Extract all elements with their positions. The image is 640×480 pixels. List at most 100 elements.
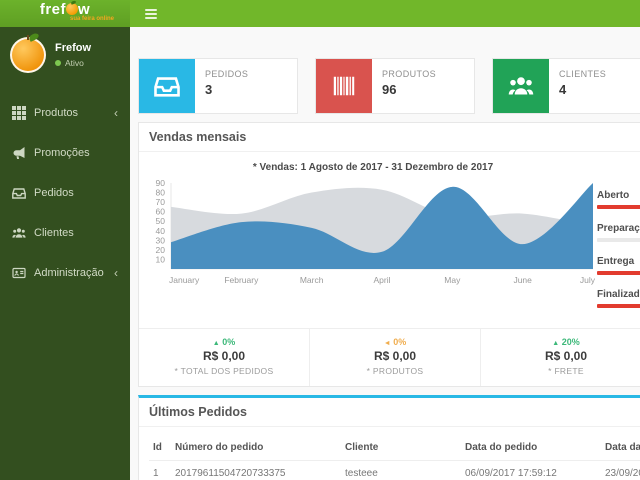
col-header-data-atualizacao: Data da atualização [601, 435, 640, 461]
stat-delta-value: 0% [393, 337, 406, 347]
svg-text:May: May [444, 275, 461, 285]
card-label: PRODUTOS [382, 69, 436, 79]
orange-fruit-icon [66, 3, 78, 15]
arrow-up-icon: ▲ [213, 340, 220, 347]
card-label: PEDIDOS [205, 69, 248, 79]
stat-delta-value: 20% [562, 337, 580, 347]
cell-cliente: testeee [341, 461, 461, 480]
sidebar-item-promocoes[interactable]: Promoções [0, 133, 130, 173]
status-dot-icon [55, 60, 61, 66]
stat-label: * PRODUTOS [314, 366, 476, 376]
chart-legend: Aberto Preparação Entrega Finalizado [597, 160, 640, 322]
sidebar: Frefow Ativo Produtos ‹ Promoções Pedido [0, 27, 130, 480]
orders-panel-title: Últimos Pedidos [139, 398, 640, 427]
sidebar-item-label: Administração [34, 267, 104, 279]
chevron-left-icon: ‹ [114, 108, 118, 118]
main-content: PEDIDOS 3 PRODUTOS 96 CLIENTES 4 Vendas [130, 27, 640, 480]
col-header-data-pedido: Data do pedido [461, 435, 601, 461]
svg-text:20: 20 [156, 245, 166, 255]
col-header-numero: Número do pedido [171, 435, 341, 461]
legend-bar [597, 271, 640, 275]
legend-item-entrega: Entrega [597, 256, 640, 275]
sidebar-item-label: Promoções [34, 147, 90, 159]
stat-label: * TOTAL DOS PEDIDOS [143, 366, 305, 376]
stat-cards: PEDIDOS 3 PRODUTOS 96 CLIENTES 4 [138, 58, 640, 114]
legend-item-finalizado: Finalizado [597, 289, 640, 308]
sidebar-item-label: Produtos [34, 107, 78, 119]
svg-text:80: 80 [156, 188, 166, 198]
legend-item-preparacao: Preparação [597, 223, 640, 242]
table-row[interactable]: 1 20179611504720733375 testeee 06/09/201… [149, 461, 640, 480]
user-status-label: Ativo [65, 58, 84, 68]
sidebar-item-administracao[interactable]: Administração ‹ [0, 253, 130, 293]
hamburger-menu-icon[interactable] [138, 4, 164, 24]
sidebar-item-pedidos[interactable]: Pedidos [0, 173, 130, 213]
stat-value: R$ 0,00 [485, 349, 640, 363]
legend-bar [597, 205, 640, 209]
arrow-up-icon: ▲ [552, 340, 559, 347]
barcode-icon [316, 59, 372, 113]
cell-data-atualizacao: 23/09/2017 1 [601, 461, 640, 480]
svg-text:April: April [373, 275, 390, 285]
brand-logo[interactable]: frefw sua feira online [0, 0, 130, 27]
sidebar-item-produtos[interactable]: Produtos ‹ [0, 93, 130, 133]
cell-data-pedido: 06/09/2017 17:59:12 [461, 461, 601, 480]
svg-text:January: January [169, 275, 200, 285]
user-panel: Frefow Ativo [0, 27, 130, 85]
sales-chart: * Vendas: 1 Agosto de 2017 - 31 Dezembro… [149, 160, 597, 322]
card-clientes[interactable]: CLIENTES 4 [492, 58, 640, 114]
inbox-icon [12, 186, 26, 200]
svg-text:90: 90 [156, 178, 166, 188]
chevron-left-icon: ‹ [114, 268, 118, 278]
sidebar-menu: Produtos ‹ Promoções Pedidos Clientes [0, 93, 130, 293]
stat-total-pedidos: ▲ 0% R$ 0,00 * TOTAL DOS PEDIDOS [139, 329, 309, 386]
stat-delta-value: 0% [222, 337, 235, 347]
stat-produtos: ◄ 0% R$ 0,00 * PRODUTOS [309, 329, 480, 386]
col-header-cliente: Cliente [341, 435, 461, 461]
svg-text:July: July [580, 275, 596, 285]
user-status[interactable]: Ativo [55, 58, 91, 68]
card-produtos[interactable]: PRODUTOS 96 [315, 58, 475, 114]
orders-table: Id Número do pedido Cliente Data do pedi… [149, 435, 640, 480]
card-label: CLIENTES [559, 69, 606, 79]
avatar [10, 37, 46, 73]
card-value: 96 [382, 82, 436, 97]
sidebar-item-label: Pedidos [34, 187, 74, 199]
sidebar-item-clientes[interactable]: Clientes [0, 213, 130, 253]
svg-text:March: March [300, 275, 324, 285]
cell-id: 1 [149, 461, 171, 480]
brand-text: frefw [0, 3, 130, 16]
svg-text:February: February [224, 275, 259, 285]
topbar-main [130, 0, 640, 27]
stat-value: R$ 0,00 [314, 349, 476, 363]
topbar: frefw sua feira online [0, 0, 640, 27]
inbox-icon [139, 59, 195, 113]
users-icon [493, 59, 549, 113]
stat-label: * FRETE [485, 366, 640, 376]
svg-text:June: June [513, 275, 532, 285]
sidebar-item-label: Clientes [34, 227, 74, 239]
cell-numero: 20179611504720733375 [171, 461, 341, 480]
card-value: 4 [559, 82, 606, 97]
orders-panel: Últimos Pedidos Id Número do pedido Clie… [138, 395, 640, 480]
legend-bar [597, 304, 640, 308]
stat-frete: ▲ 20% R$ 0,00 * FRETE [480, 329, 640, 386]
col-header-id: Id [149, 435, 171, 461]
svg-text:50: 50 [156, 216, 166, 226]
svg-text:70: 70 [156, 197, 166, 207]
orders-table-header-row: Id Número do pedido Cliente Data do pedi… [149, 435, 640, 461]
legend-item-aberto: Aberto [597, 190, 640, 209]
sales-panel: Vendas mensais * Vendas: 1 Agosto de 201… [138, 122, 640, 387]
id-card-icon [12, 266, 26, 280]
card-pedidos[interactable]: PEDIDOS 3 [138, 58, 298, 114]
stat-value: R$ 0,00 [143, 349, 305, 363]
legend-bar [597, 238, 640, 242]
svg-text:30: 30 [156, 235, 166, 245]
sales-chart-svg[interactable]: 908070605040302010JanuaryFebruaryMarchAp… [149, 177, 597, 289]
grid-icon [12, 106, 26, 120]
card-value: 3 [205, 82, 248, 97]
svg-text:10: 10 [156, 254, 166, 264]
sales-stats-row: ▲ 0% R$ 0,00 * TOTAL DOS PEDIDOS ◄ 0% R$… [139, 328, 640, 386]
svg-text:60: 60 [156, 207, 166, 217]
megaphone-icon [12, 146, 26, 160]
